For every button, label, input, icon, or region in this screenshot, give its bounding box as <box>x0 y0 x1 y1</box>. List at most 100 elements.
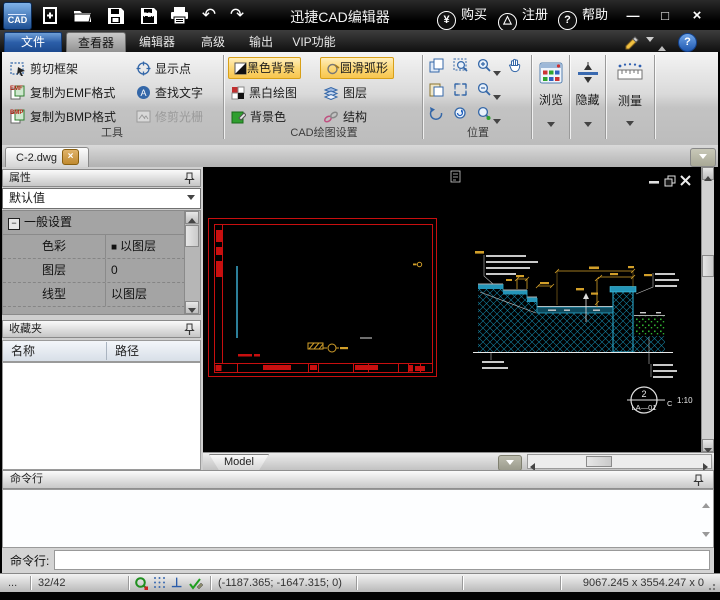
save-button[interactable] <box>102 3 128 27</box>
property-row-linetype[interactable]: 线型 以图层 <box>3 283 200 307</box>
section-collapse-icon[interactable]: − <box>8 218 20 230</box>
structure-button[interactable]: 结构 <box>323 106 367 126</box>
file-menu-button[interactable]: 文件 <box>4 32 62 53</box>
commandline-input[interactable] <box>54 550 710 570</box>
trim-raster-button[interactable]: 修剪光栅 <box>136 106 203 126</box>
black-background-toggle[interactable]: 黑色背景 <box>228 57 301 79</box>
open-file-button[interactable] <box>69 3 95 27</box>
status-separator <box>462 576 463 590</box>
favorites-list[interactable] <box>2 362 201 470</box>
resize-grip[interactable] <box>708 582 718 591</box>
copy-view-button[interactable] <box>428 58 445 75</box>
measure-button[interactable]: 测量 <box>607 56 653 140</box>
quick-edit-button[interactable] <box>622 33 654 51</box>
hide-dropdown-icon[interactable] <box>584 122 592 127</box>
favorites-col-name[interactable]: 名称 <box>11 341 35 361</box>
help-button[interactable]: ?帮助 <box>558 4 608 26</box>
pin-icon[interactable] <box>183 172 196 185</box>
tab-editor[interactable]: 编辑器 <box>130 32 184 52</box>
close-button[interactable]: × <box>684 6 710 25</box>
scroll-thumb[interactable] <box>185 225 199 247</box>
status-more-button[interactable]: ... <box>8 574 17 592</box>
scroll-up-button[interactable] <box>185 211 199 224</box>
scroll-up-icon[interactable] <box>702 495 710 513</box>
copy-bmp-button[interactable]: BMP复制为BMP格式 <box>10 106 116 126</box>
grid-toggle[interactable] <box>153 576 166 594</box>
copy-emf-button[interactable]: EMF复制为EMF格式 <box>10 82 115 102</box>
redo-button[interactable]: ↷ <box>224 3 250 27</box>
properties-scrollbar[interactable] <box>184 211 200 314</box>
scroll-thumb[interactable] <box>586 456 612 467</box>
new-file-button[interactable] <box>36 3 62 27</box>
property-row-color[interactable]: 色彩 ■以图层 <box>3 235 200 259</box>
mdi-close-icon[interactable] <box>681 176 690 185</box>
bw-drawing-button[interactable]: 黑白绘图 <box>231 82 297 102</box>
layout-list-button[interactable] <box>498 455 522 471</box>
maximize-button[interactable]: □ <box>652 6 678 25</box>
save-as-pdf-button[interactable]: PDF <box>135 3 161 27</box>
tab-vip[interactable]: VIP功能 <box>286 32 342 52</box>
tab-viewer[interactable]: 查看器 <box>66 32 126 53</box>
print-button[interactable] <box>166 3 192 27</box>
rotate-view-button[interactable] <box>428 106 445 123</box>
scroll-thumb[interactable] <box>702 255 714 277</box>
scroll-down-icon[interactable] <box>702 524 710 542</box>
mdi-minimize-icon[interactable] <box>649 181 659 184</box>
minimize-button[interactable]: — <box>620 6 646 25</box>
zoom-in-button[interactable] <box>476 58 493 75</box>
smooth-arc-toggle[interactable]: 圆滑弧形 <box>320 57 394 79</box>
snap-style-toggle[interactable] <box>188 576 204 594</box>
favorites-col-path[interactable]: 路径 <box>115 341 139 361</box>
ortho-toggle[interactable]: ⊥ <box>171 574 182 592</box>
zoom-previous-icon <box>453 106 468 121</box>
properties-header[interactable]: 属性 <box>2 169 201 187</box>
scroll-up-button[interactable] <box>702 167 714 180</box>
zoom-window-button[interactable] <box>452 58 469 75</box>
mdi-restore-icon[interactable] <box>665 176 675 186</box>
commandline-header[interactable]: 命令行 <box>2 470 714 489</box>
pin-icon[interactable] <box>692 474 705 487</box>
favorites-header[interactable]: 收藏夹 <box>2 320 201 338</box>
zoom-extents-button[interactable] <box>476 106 493 123</box>
property-preset-select[interactable]: 默认值 <box>2 188 201 209</box>
show-point-label: 显示点 <box>155 62 191 76</box>
zoom-fit-button[interactable] <box>452 82 469 99</box>
hide-button[interactable]: 隐藏 <box>571 56 604 140</box>
commandline-prompt-label: 命令行: <box>10 552 49 569</box>
pan-button[interactable] <box>506 57 523 74</box>
structure-label: 结构 <box>343 110 367 124</box>
paste-view-button[interactable] <box>428 82 445 99</box>
show-point-button[interactable]: 显示点 <box>136 58 191 78</box>
ribbon-help-button[interactable]: ? <box>678 33 697 52</box>
tab-output[interactable]: 输出 <box>240 32 282 52</box>
property-row-layer[interactable]: 图层 0 <box>3 259 200 283</box>
register-button[interactable]: △注册 <box>498 4 548 26</box>
pin-icon[interactable] <box>183 323 196 336</box>
canvas-vscrollbar[interactable] <box>701 167 714 452</box>
find-text-button[interactable]: A查找文字 <box>136 82 203 102</box>
commandline-history[interactable] <box>2 489 714 548</box>
property-section-row[interactable]: −一般设置 <box>3 211 200 235</box>
layers-button[interactable]: 图层 <box>323 82 367 102</box>
undo-button[interactable]: ↶ <box>196 3 222 27</box>
zoom-previous-button[interactable] <box>452 106 469 123</box>
browse-button[interactable]: 浏览 <box>534 56 568 140</box>
zoom-out-button[interactable] <box>476 82 493 99</box>
scroll-down-button[interactable] <box>702 439 714 452</box>
cut-frame-button[interactable]: 剪切框架 <box>10 58 78 78</box>
canvas-hscrollbar[interactable] <box>527 454 712 469</box>
scroll-down-button[interactable] <box>185 301 199 314</box>
tab-advanced[interactable]: 高级 <box>192 32 234 52</box>
column-divider[interactable] <box>106 342 107 360</box>
document-tab-close-button[interactable]: × <box>62 149 79 165</box>
measure-dropdown-icon[interactable] <box>626 121 634 126</box>
buy-button[interactable]: ¥购买 <box>437 4 487 26</box>
osnap-toggle[interactable] <box>134 576 149 594</box>
browse-dropdown-icon[interactable] <box>547 122 555 127</box>
zoom-out-dropdown[interactable] <box>493 87 501 105</box>
drawing-viewport[interactable]: 2 LA—01 C 1:10 <box>203 167 701 452</box>
tab-list-button[interactable] <box>690 148 716 167</box>
zoom-in-dropdown[interactable] <box>493 63 501 81</box>
register-label: 注册 <box>522 7 548 22</box>
background-color-button[interactable]: 背景色 <box>231 106 286 126</box>
